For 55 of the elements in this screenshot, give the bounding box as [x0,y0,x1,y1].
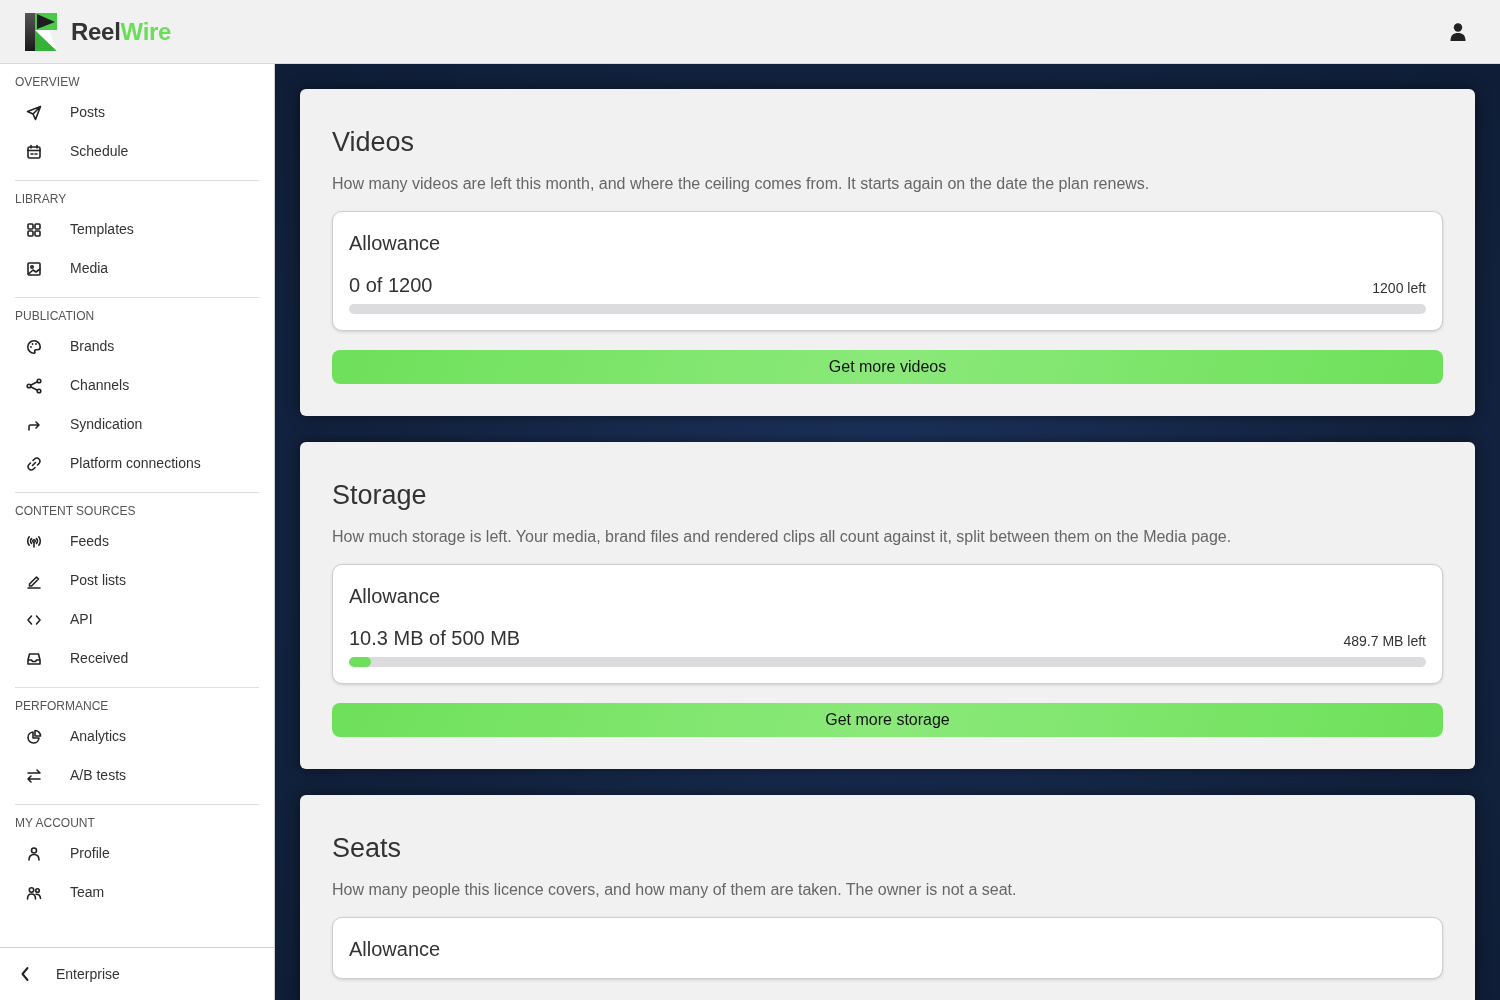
allowance-label: Allowance [349,231,442,256]
nav-item[interactable]: Analytics [15,717,259,756]
nav-item[interactable]: Posts [15,93,259,132]
swap-arrows-icon [26,767,42,784]
card-description: How many people this licence covers, and how many of them are taken. The owner is not a seat. [332,880,1018,900]
card-title: Storage [332,479,428,512]
chevron-left-icon [20,966,30,982]
section-heading: OVERVIEW [15,74,81,90]
paper-plane-icon [26,104,42,121]
inbox-icon [26,650,42,667]
nav-item[interactable]: Feeds [15,522,259,561]
nav-item[interactable]: Syndication [15,405,259,444]
card-title: Seats [332,832,403,865]
get-more-button[interactable]: Get more videos [332,350,1443,384]
nav-item[interactable]: Templates [15,210,259,249]
section-heading: PUBLICATION [15,308,96,324]
nav-item[interactable]: Media [15,249,259,288]
nav-item[interactable]: Platform connections [15,444,259,483]
nav-item[interactable]: Profile [15,834,259,873]
remaining-value: 1200 left [1372,279,1426,298]
nav-item[interactable]: A/B tests [15,756,259,795]
section-heading: MY ACCOUNT [15,815,96,831]
section-heading: LIBRARY [15,191,68,207]
card-description: How much storage is left. Your media, brand files and rendered clips all count against it, split between them on the Media page. [332,527,1233,547]
broadcast-icon [26,533,42,550]
usage-value: 0 of 1200 [349,273,433,298]
people-icon [26,884,42,901]
allowance-label: Allowance [349,937,442,962]
nav-item[interactable]: Brands [15,327,259,366]
grid-icon [26,221,42,238]
share-icon [26,377,42,394]
nav-item[interactable]: Post lists [15,561,259,600]
nav-item[interactable]: API [15,600,259,639]
card-title: Videos [332,126,416,159]
get-more-button[interactable]: Get more storage [332,703,1443,737]
user-icon[interactable] [1450,22,1466,41]
brand-name: ReelWire [71,16,172,47]
allowance-label: Allowance [349,584,442,609]
image-icon [26,260,42,277]
section-heading: PERFORMANCE [15,698,110,714]
palette-icon [26,338,42,355]
nav-item[interactable]: Enterprise [20,963,120,985]
pie-chart-icon [26,728,42,745]
nav-item[interactable]: Channels [15,366,259,405]
nav-item[interactable]: Schedule [15,132,259,171]
nav-item[interactable]: Received [15,639,259,678]
link-icon [26,455,42,472]
remaining-value: 489.7 MB left [1343,632,1426,651]
calendar-icon [26,143,42,160]
person-icon [26,845,42,862]
logo-icon [25,12,57,51]
usage-value: 10.3 MB of 500 MB [349,626,521,651]
nav-item[interactable]: Team [15,873,259,912]
section-heading: CONTENT SOURCES [15,503,137,519]
card-description: How many videos are left this month, and where the ceiling comes from. It starts again on the date the plan renews. [332,174,1151,194]
